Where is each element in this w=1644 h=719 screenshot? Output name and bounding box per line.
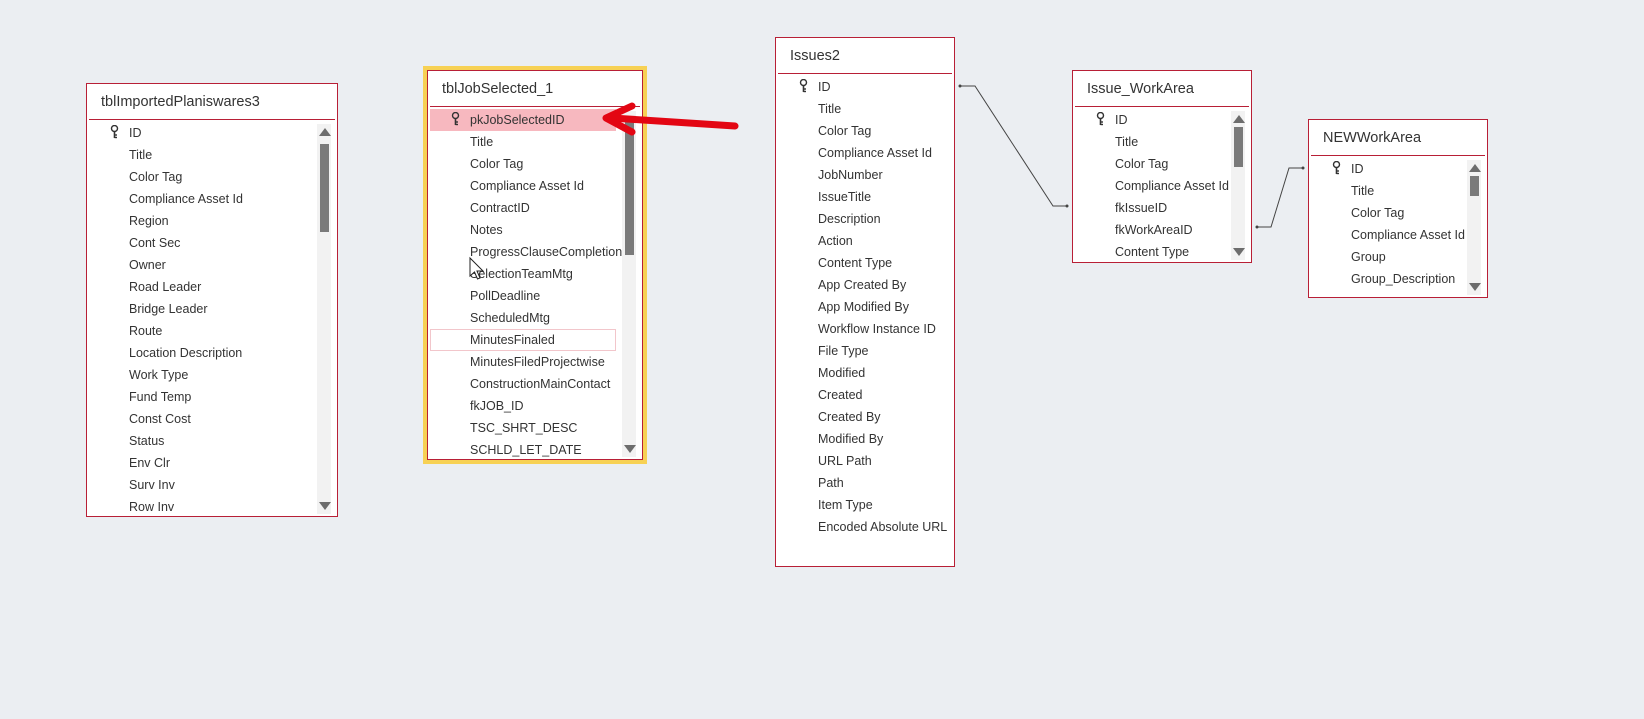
relationship-endpoint — [958, 84, 962, 88]
mouse-cursor-icon — [469, 256, 485, 280]
relationship-endpoint — [1065, 204, 1069, 208]
relationship-line-issues-issueworkarea[interactable] — [959, 85, 1068, 207]
relationship-endpoint — [1255, 225, 1259, 229]
relationship-endpoint — [1301, 166, 1305, 170]
relationship-line-issueworkarea-newworkarea[interactable] — [1256, 167, 1304, 228]
diagram-overlay — [469, 84, 1305, 280]
red-arrow-annotation — [602, 102, 739, 136]
